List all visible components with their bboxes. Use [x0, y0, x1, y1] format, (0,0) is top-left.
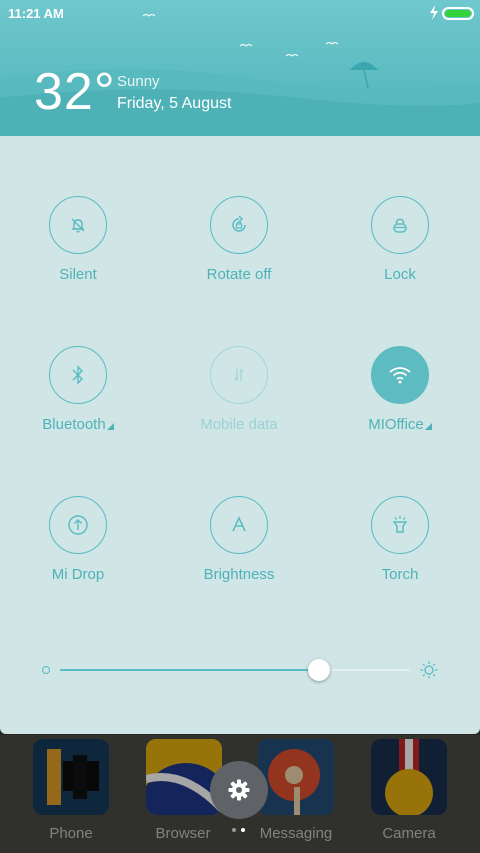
bluetooth-icon [49, 346, 107, 404]
toggle-mi-drop[interactable]: Mi Drop [18, 496, 138, 606]
weather-temperature: 32° [34, 63, 116, 121]
app-icon-camera[interactable] [371, 739, 447, 815]
page-indicator [232, 828, 252, 834]
toggle-wifi[interactable]: MIOffice [340, 346, 460, 456]
auto-brightness-icon [210, 496, 268, 554]
bell-off-icon [49, 196, 107, 254]
weather-condition: Sunny [117, 73, 160, 90]
app-icon-messaging[interactable] [258, 739, 334, 815]
brightness-min-icon [42, 666, 50, 674]
toggle-label: Silent [59, 266, 97, 283]
status-time: 11:21 AM [8, 6, 64, 21]
page-dot-active [241, 828, 245, 832]
weather-date: Friday, 5 August [117, 95, 232, 112]
toggle-label: Rotate off [206, 266, 272, 283]
torch-icon [371, 496, 429, 554]
toggle-label: Torch [381, 566, 419, 583]
toggle-bluetooth[interactable]: Bluetooth [18, 346, 138, 456]
toggle-label: Lock [384, 266, 416, 283]
birds-illustration [142, 13, 339, 57]
rotate-lock-icon [210, 196, 268, 254]
brightness-slider-fill [60, 669, 319, 671]
app-label-browser: Browser [155, 825, 211, 842]
brightness-slider[interactable] [60, 669, 410, 671]
toggle-label: Mobile data [200, 416, 278, 433]
app-icon-phone[interactable] [33, 739, 109, 815]
app-label-phone: Phone [49, 825, 93, 842]
toggle-torch[interactable]: Torch [340, 496, 460, 606]
app-label-messaging: Messaging [259, 825, 333, 842]
wifi-icon [371, 346, 429, 404]
caret-down-icon [424, 423, 432, 430]
gear-icon [228, 779, 250, 801]
mi-drop-icon [49, 496, 107, 554]
toggle-label: MIOffice [340, 416, 460, 433]
toggle-label: Brightness [203, 566, 275, 583]
battery-icon [442, 7, 474, 20]
settings-button[interactable] [210, 761, 268, 819]
caret-down-icon [106, 423, 114, 430]
sun-icon [420, 661, 438, 679]
page-dot [232, 828, 236, 832]
toggle-label: Mi Drop [51, 566, 105, 583]
toggle-lock[interactable]: Lock [340, 196, 460, 306]
app-label-camera: Camera [382, 825, 436, 842]
toggle-brightness[interactable]: Brightness [179, 496, 299, 606]
toggle-mobile-data[interactable]: Mobile data [179, 346, 299, 456]
lock-icon [371, 196, 429, 254]
toggle-label: Bluetooth [18, 416, 138, 433]
toggle-rotate[interactable]: Rotate off [179, 196, 299, 306]
brightness-slider-thumb[interactable] [308, 659, 330, 681]
quick-settings-panel: Silent Rotate off Lock Bluetooth Mobile … [0, 136, 480, 734]
weather-header[interactable]: 11:21 AM 32° Sunny Friday, 5 August [0, 0, 480, 136]
umbrella-icon [350, 62, 378, 88]
toggle-silent[interactable]: Silent [18, 196, 138, 306]
mobile-data-icon [210, 346, 268, 404]
charging-icon [430, 5, 438, 20]
app-icon-browser[interactable] [146, 739, 222, 815]
